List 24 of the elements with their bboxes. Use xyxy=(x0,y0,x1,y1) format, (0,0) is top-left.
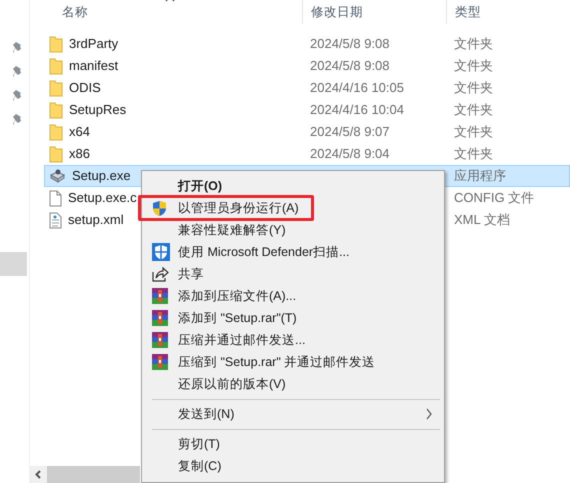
file-name: manifest xyxy=(69,57,118,76)
file-date: 2024/4/16 10:05 xyxy=(310,80,404,96)
file-name: SetupRes xyxy=(69,101,126,120)
file-name: setup.xml xyxy=(68,211,124,230)
file-type: 文件夹 xyxy=(454,58,493,74)
file-type: 文件夹 xyxy=(454,36,493,52)
file-date: 2024/5/8 9:08 xyxy=(310,36,390,52)
file-type: 文件夹 xyxy=(454,146,493,162)
file-type: 文件夹 xyxy=(454,80,493,96)
file-name: Setup.exe.c xyxy=(68,189,137,208)
file-name: x64 xyxy=(69,123,90,142)
file-type: 文件夹 xyxy=(454,102,493,118)
file-date: 2024/5/8 9:04 xyxy=(310,146,390,162)
file-name: x86 xyxy=(69,145,90,164)
file-date: 2024/5/8 9:07 xyxy=(310,124,390,140)
file-name: ODIS xyxy=(69,79,101,98)
file-name: 3rdParty xyxy=(69,35,118,54)
file-type: CONFIG 文件 xyxy=(454,190,534,206)
file-date: 2024/4/16 10:04 xyxy=(310,102,404,118)
file-type: 应用程序 xyxy=(454,168,506,184)
file-type: XML 文档 xyxy=(454,212,510,228)
file-type: 文件夹 xyxy=(454,124,493,140)
file-name: Setup.exe xyxy=(72,167,131,186)
file-date: 2024/5/8 9:08 xyxy=(310,58,390,74)
